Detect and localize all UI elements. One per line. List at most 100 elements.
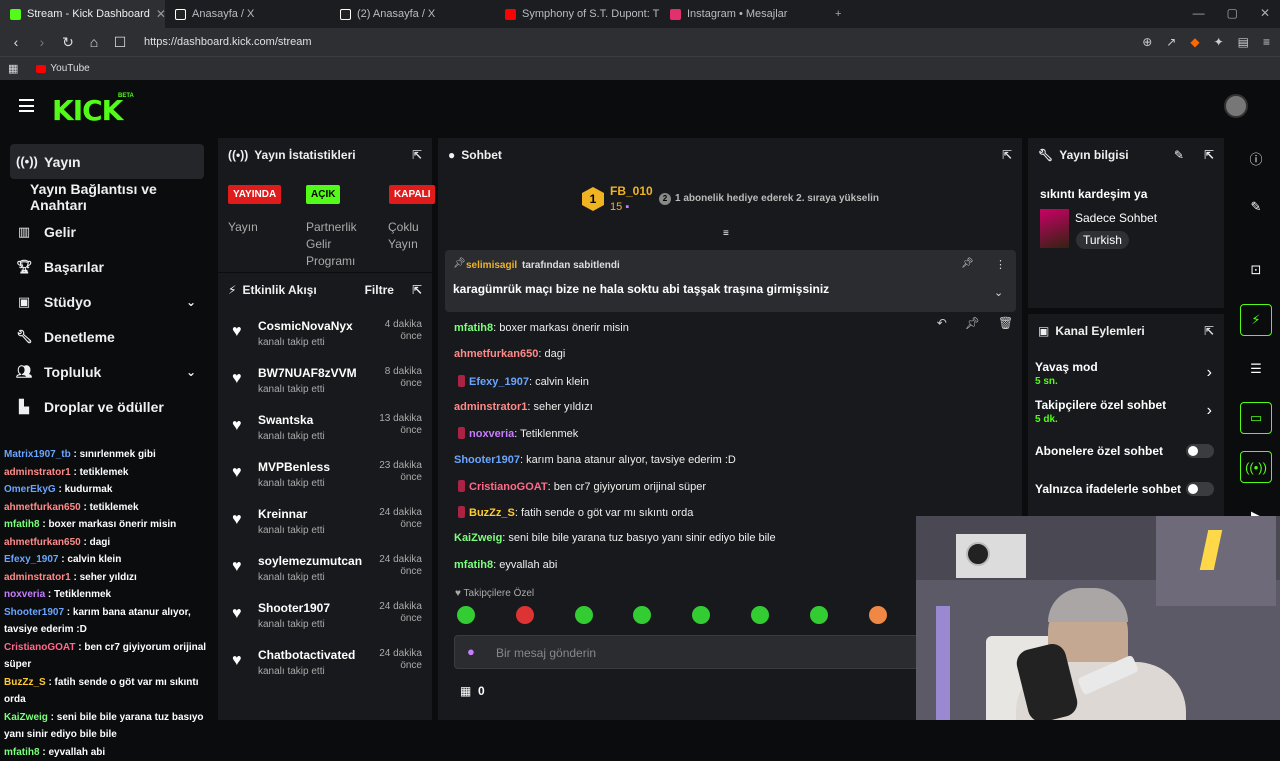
popout-icon[interactable]: ⇱: [412, 148, 422, 162]
subs-only-toggle[interactable]: [1186, 444, 1214, 458]
event-user[interactable]: Chatbotactivated: [258, 648, 355, 662]
slow-mode-row[interactable]: Yavaş mod 5 sn. ›: [1035, 360, 1220, 387]
nav-item-yayin[interactable]: ((•))Yayın: [10, 144, 204, 179]
emote-icon[interactable]: [457, 606, 475, 624]
reply-icon[interactable]: ↶: [937, 316, 947, 336]
chat-username[interactable]: mfatih8: [454, 559, 493, 571]
lightning-icon[interactable]: ⚡︎: [1240, 304, 1272, 336]
nav-item-studyo[interactable]: ▣Stüdyo⌄: [0, 284, 214, 319]
chevron-down-icon[interactable]: ⌄: [994, 286, 1003, 299]
event-item[interactable]: ♥Shooter190724 dakika öncekanalı takip e…: [218, 601, 434, 647]
avatar[interactable]: [1224, 94, 1248, 118]
close-window-icon[interactable]: ✕: [1260, 6, 1270, 20]
event-user[interactable]: MVPBenless: [258, 460, 330, 474]
maximize-icon[interactable]: ▢: [1227, 6, 1238, 20]
chat-username[interactable]: Efexy_1907: [469, 376, 529, 388]
nav-item-gelir[interactable]: ▥Gelir: [0, 214, 214, 249]
list-icon[interactable]: ☰: [1240, 353, 1272, 385]
menu-icon[interactable]: ≡: [1263, 35, 1270, 49]
collapse-icon[interactable]: ≡: [723, 228, 729, 239]
browser-tab-x[interactable]: Anasayfa / X: [165, 0, 330, 28]
followers-only-row[interactable]: Takipçilere özel sohbet 5 dk. ›: [1035, 398, 1220, 425]
top-gifter-name[interactable]: FB_010: [610, 184, 653, 198]
pinned-by-user[interactable]: selimisagil: [466, 260, 517, 271]
event-item[interactable]: ♥soylemezumutcan24 dakika öncekanalı tak…: [218, 554, 434, 600]
nav-item-basarilar[interactable]: 🏆︎Başarılar: [0, 249, 214, 284]
event-user[interactable]: Kreinnar: [258, 507, 307, 521]
browser-tab-kick[interactable]: Stream - Kick Dashboard✕: [0, 0, 165, 28]
mic-icon[interactable]: ●: [467, 644, 475, 659]
bookmark-youtube[interactable]: YouTube: [50, 63, 89, 74]
shield-icon[interactable]: ◆: [1190, 35, 1199, 49]
event-item[interactable]: ♥Kreinnar24 dakika öncekanalı takip etti: [218, 507, 434, 553]
chevron-down-icon[interactable]: ⌄: [186, 365, 196, 379]
chat-message[interactable]: mfatih8: eyvallah abi: [454, 559, 557, 571]
event-item[interactable]: ♥BW7NUAF8zVVM8 dakika öncekanalı takip e…: [218, 366, 434, 412]
event-item[interactable]: ♥Chatbotactivated24 dakika öncekanalı ta…: [218, 648, 434, 694]
chevron-down-icon[interactable]: ⌄: [186, 295, 196, 309]
points-display[interactable]: ▦ 0: [460, 684, 485, 698]
event-user[interactable]: Shooter1907: [258, 601, 330, 615]
more-icon[interactable]: ⋮: [995, 258, 1006, 271]
popout-icon[interactable]: ⇱: [1204, 324, 1214, 338]
chat-message[interactable]: BuzZz_S: fatih sende o göt var mı sıkınt…: [454, 506, 693, 519]
filter-button[interactable]: Filtre: [365, 283, 394, 297]
sidebar-icon[interactable]: ▤: [1238, 35, 1249, 49]
event-user[interactable]: BW7NUAF8zVVM: [258, 366, 357, 380]
url-field[interactable]: https://dashboard.kick.com/stream: [144, 36, 312, 48]
chat-username[interactable]: Shooter1907: [454, 454, 520, 466]
extensions-icon[interactable]: ✦: [1214, 35, 1224, 49]
nav-item-denetleme[interactable]: 🔧︎Denetleme: [0, 319, 214, 354]
chat-message[interactable]: ahmetfurkan650: dagi: [454, 348, 565, 360]
browser-tab-youtube[interactable]: Symphony of S.T. Dupont: The Encha: [495, 0, 660, 28]
chat-username[interactable]: mfatih8: [454, 322, 493, 334]
new-tab-button[interactable]: +: [825, 0, 855, 28]
nav-item-stream-key[interactable]: Yayın Bağlantısı ve Anahtarı: [0, 179, 214, 214]
event-user[interactable]: soylemezumutcan: [258, 554, 362, 568]
chevron-right-icon[interactable]: ›: [1207, 364, 1212, 382]
share-icon[interactable]: ↗: [1166, 35, 1176, 49]
chat-message[interactable]: Efexy_1907: calvin klein: [454, 375, 589, 388]
chat-username[interactable]: noxveria: [469, 428, 514, 440]
event-item[interactable]: ♥CosmicNovaNyx4 dakika öncekanalı takip …: [218, 319, 434, 365]
chat-username[interactable]: adminstrator1: [454, 401, 527, 413]
chat-input[interactable]: ● Bir mesaj gönderin: [454, 635, 924, 669]
crop-icon[interactable]: ⊡: [1240, 254, 1272, 286]
chat-message[interactable]: mfatih8: boxer markası önerir misin: [454, 322, 629, 334]
info-icon[interactable]: ⓘ: [1240, 142, 1272, 174]
back-icon[interactable]: ‹: [6, 34, 26, 50]
emote-icon[interactable]: [516, 606, 534, 624]
delete-icon[interactable]: 🗑︎: [998, 316, 1013, 336]
broadcast-icon[interactable]: ((•)): [1240, 451, 1272, 483]
edit-icon[interactable]: ✎: [1240, 191, 1272, 223]
browser-tab-x-2[interactable]: (2) Anasayfa / X: [330, 0, 495, 28]
chat-message[interactable]: noxveria: Tetiklenmek: [454, 427, 578, 440]
zoom-icon[interactable]: ⊕: [1142, 35, 1152, 49]
chat-username[interactable]: BuzZz_S: [469, 507, 515, 519]
minimize-icon[interactable]: —: [1193, 6, 1205, 20]
event-user[interactable]: Swantska: [258, 413, 313, 427]
hamburger-icon[interactable]: [19, 99, 34, 112]
browser-tab-instagram[interactable]: Instagram • Mesajlar: [660, 0, 825, 28]
pin-icon[interactable]: 📌︎: [965, 316, 980, 336]
emote-only-toggle[interactable]: [1186, 482, 1214, 496]
chat-message[interactable]: adminstrator1: seher yıldızı: [454, 401, 593, 413]
popout-icon[interactable]: ⇱: [1002, 148, 1012, 162]
chat-username[interactable]: CristianoGOAT: [469, 481, 548, 493]
close-tab-icon[interactable]: ✕: [156, 7, 165, 21]
chat-message[interactable]: CristianoGOAT: ben cr7 giyiyorum orijina…: [454, 480, 706, 493]
chat-message[interactable]: KaiZweig: seni bile bile yarana tuz bası…: [454, 532, 776, 544]
kick-logo[interactable]: KICK: [52, 94, 122, 127]
event-user[interactable]: CosmicNovaNyx: [258, 319, 353, 333]
reload-icon[interactable]: ↻: [58, 34, 78, 51]
nav-item-topluluk[interactable]: 👥︎Topluluk⌄: [0, 354, 214, 389]
nav-item-droplar[interactable]: ▙Droplar ve ödüller: [0, 389, 214, 424]
bookmark-icon[interactable]: ☐: [110, 34, 130, 51]
chevron-right-icon[interactable]: ›: [1207, 402, 1212, 420]
unpin-icon[interactable]: 📌︎: [961, 258, 974, 269]
chat-username[interactable]: ahmetfurkan650: [454, 348, 538, 360]
chat-icon[interactable]: ▭: [1240, 402, 1272, 434]
emote-icon[interactable]: [751, 606, 769, 624]
home-icon[interactable]: ⌂: [84, 34, 104, 50]
event-item[interactable]: ♥MVPBenless23 dakika öncekanalı takip et…: [218, 460, 434, 506]
